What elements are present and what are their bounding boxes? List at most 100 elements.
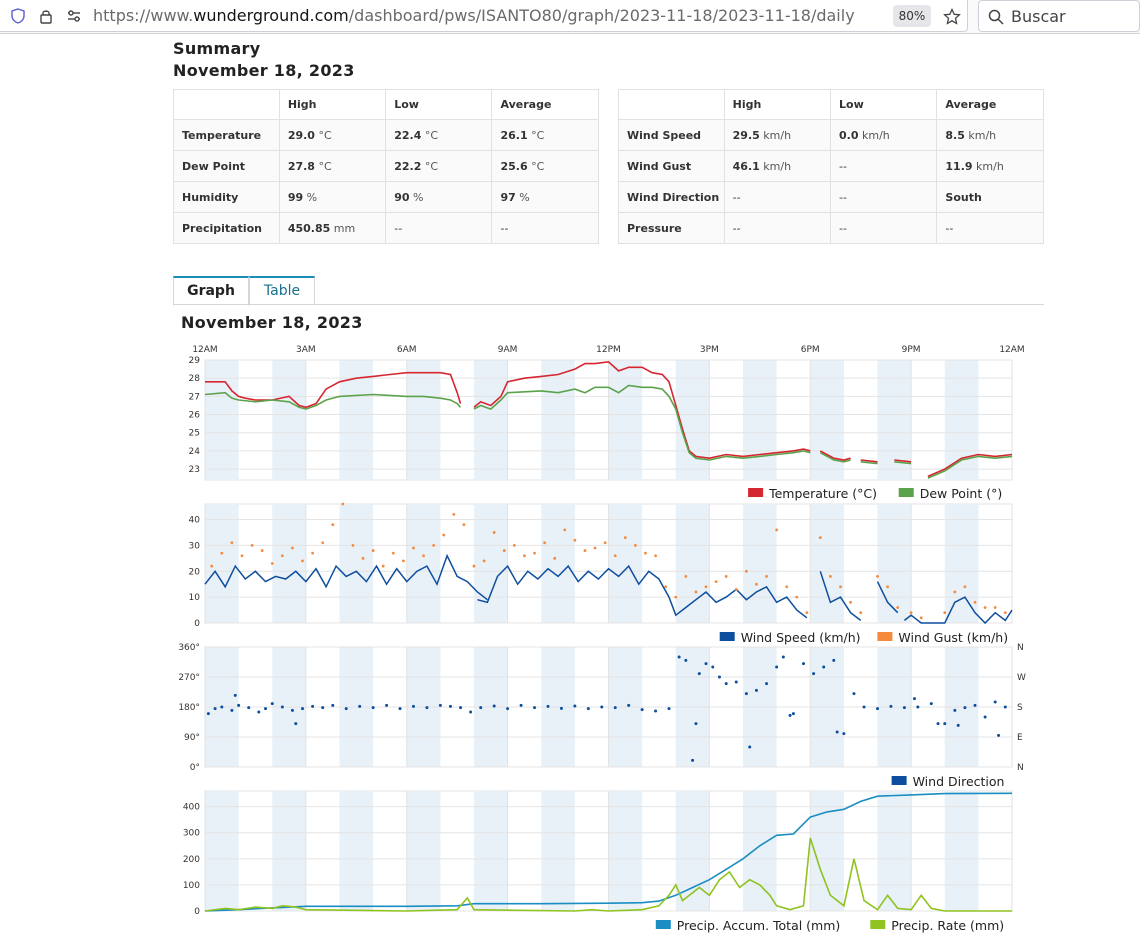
shield-icon[interactable]	[10, 8, 26, 24]
summary-left-row-label: Precipitation	[173, 212, 280, 244]
wind-direction-point	[448, 704, 452, 708]
y-tick-label: 0°	[190, 763, 200, 773]
summary-left-value-high: 99	[287, 190, 304, 204]
url-text[interactable]: https://www.wunderground.com/dashboard/p…	[93, 6, 855, 25]
wind-gust-point	[371, 549, 375, 552]
summary-left-unit-low: °C	[421, 128, 439, 142]
hour-band	[743, 647, 777, 767]
wind-gust-point	[714, 580, 718, 584]
url-bar[interactable]: https://www.wunderground.com/dashboard/p…	[0, 0, 968, 32]
wind-gust-point	[502, 549, 506, 552]
summary-left-cell-low: 90 %	[385, 181, 493, 213]
hour-band	[406, 647, 441, 767]
hour-band	[205, 791, 239, 911]
y-tick-label: 300	[183, 829, 200, 839]
wind-direction-point	[206, 712, 210, 716]
wind-direction-point	[344, 707, 348, 711]
wind-direction-point	[280, 705, 284, 709]
wind-direction-point	[301, 707, 305, 711]
summary-left-cell-high: 99 %	[278, 181, 387, 213]
y-tick-label: 400	[183, 803, 200, 813]
hour-band	[608, 791, 643, 911]
wind-gust-point	[462, 523, 466, 527]
summary-right-cell-avg: 8.5 km/h	[936, 119, 1044, 151]
hour-band	[810, 360, 844, 480]
wind-direction-point	[791, 712, 795, 716]
plot-area	[204, 646, 1013, 768]
bookmark-star-icon[interactable]	[943, 7, 961, 25]
legend-label: Precip. Accum. Total (mm)	[677, 918, 841, 933]
wind-gust-point	[220, 551, 224, 555]
y-tick-label: 200	[183, 855, 200, 865]
x-tick-label: 12PM	[596, 345, 621, 355]
summary-left-value-avg: 26.1	[500, 128, 528, 142]
y-tick-label: 90°	[184, 733, 200, 743]
wind-direction-point	[812, 672, 816, 676]
chart-panel-2	[204, 502, 1013, 625]
y-tick-label: 24	[189, 447, 201, 457]
tab-table[interactable]: Table	[249, 276, 315, 305]
chart-panel-3	[204, 646, 1013, 768]
summary-right-row: Wind Gust 46.1 km/h -- 11.9 km/h	[618, 150, 1044, 182]
wind-gust-point	[381, 564, 385, 568]
wind-gust-point	[351, 543, 355, 547]
wind-direction-point	[744, 692, 748, 696]
wind-gust-point	[795, 595, 799, 599]
summary-right-row-label: Pressure	[618, 212, 725, 244]
search-box[interactable]: Buscar	[978, 0, 1140, 32]
wind-direction-point	[916, 705, 920, 709]
summary-table-wind: High Low Average Wind Speed 29.5 km/h 0.0 km/…	[618, 89, 1044, 244]
permissions-icon[interactable]	[66, 8, 82, 24]
zoom-indicator[interactable]: 80%	[893, 5, 931, 27]
wind-gust-point	[533, 551, 536, 555]
summary-right-unit-avg: km/h	[972, 159, 1004, 173]
summary-left-unit-high: °C	[314, 128, 332, 142]
wind-direction-point	[290, 708, 294, 712]
summary-left-row-label: Humidity	[173, 181, 280, 213]
search-icon	[988, 9, 1004, 25]
wind-gust-point	[523, 554, 526, 558]
wind-gust-point	[849, 600, 852, 604]
legend-swatch	[870, 920, 886, 929]
tab-graph[interactable]: Graph	[173, 276, 249, 306]
summary-left-unit-avg: °C	[527, 159, 545, 173]
summary-left-unit-high: °C	[314, 159, 332, 173]
hour-band	[810, 504, 844, 623]
url-path: /dashboard/pws/ISANTO80/graph/2023-11-18…	[348, 6, 855, 25]
summary-right-cell-low: --	[830, 181, 938, 213]
summary-heading: Summary	[173, 39, 261, 58]
x-tick-label: 9PM	[902, 345, 921, 355]
legend-label: Wind Gust (km/h)	[898, 630, 1008, 645]
y-right-label: N	[1017, 763, 1024, 773]
summary-right-unit-high: km/h	[759, 128, 792, 142]
y-tick-label: 29	[189, 356, 201, 366]
wind-gust-point	[291, 546, 294, 550]
summary-left-unit-low: %	[409, 190, 424, 204]
summary-left-cell-high: 29.0 °C	[278, 119, 387, 151]
y-right-label: N	[1017, 643, 1024, 653]
wind-gust-point	[734, 587, 738, 591]
wind-direction-point	[691, 758, 695, 762]
wind-direction-point	[385, 703, 389, 707]
wind-gust-point	[674, 595, 678, 599]
wind-direction-point	[479, 706, 483, 710]
lock-icon[interactable]	[38, 8, 54, 24]
wind-gust-point	[543, 541, 547, 545]
hour-band	[675, 504, 710, 623]
y-tick-label: 0	[194, 907, 200, 917]
hour-band	[205, 504, 239, 623]
summary-left-cell-avg: --	[491, 212, 599, 244]
wind-gust-point	[983, 606, 987, 609]
wind-gust-point	[573, 538, 577, 542]
wind-gust-point	[724, 575, 728, 578]
x-tick-label: 12AM	[999, 345, 1024, 355]
wind-direction-point	[230, 708, 234, 712]
wind-gust-point	[452, 512, 456, 516]
precip-rate-line	[204, 837, 1012, 912]
wind-gust-point	[563, 528, 567, 532]
summary-right-row: Wind Direction -- -- South	[618, 181, 1044, 213]
summary-right-cell-high: --	[723, 212, 832, 244]
summary-right-unit-avg: km/h	[964, 128, 997, 142]
summary-right-row-label: Wind Direction	[618, 181, 725, 213]
summary-left-header-0	[173, 89, 280, 120]
